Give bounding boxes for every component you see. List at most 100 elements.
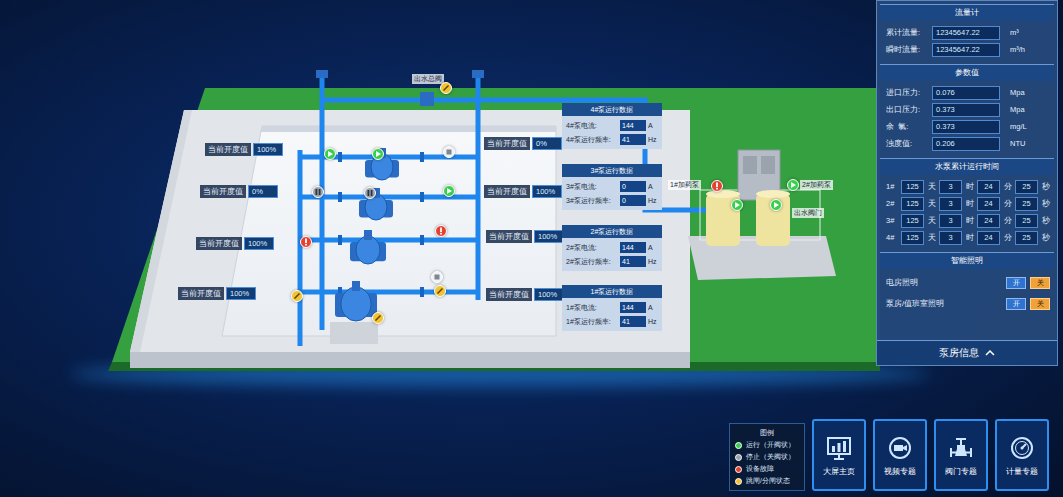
section-title: 智能照明 [880, 252, 1054, 269]
play-icon [772, 201, 780, 209]
device-label: 1#加药泵 [668, 180, 701, 190]
status-marker[interactable] [435, 225, 447, 237]
status-marker[interactable] [324, 148, 336, 160]
status-marker[interactable] [431, 271, 443, 283]
status-marker[interactable] [443, 185, 455, 197]
param-row: 出口压力:0.373Mpa [886, 103, 1050, 117]
runtime-value: 25 [1015, 197, 1038, 211]
status-marker[interactable] [434, 285, 446, 297]
lighting-label: 泵房/值班室照明 [886, 299, 1002, 309]
nav-button[interactable]: 阀门专题 [934, 419, 988, 491]
runtime-unit: 秒 [1041, 216, 1050, 226]
param-label: 累计流量: [886, 28, 928, 38]
pause-icon [366, 189, 374, 197]
runtime-value: 3 [939, 180, 962, 194]
status-marker[interactable] [364, 187, 376, 199]
pump-card-row: 4#泵电流:144A [566, 120, 658, 131]
pump-card-row: 2#泵运行频率:41Hz [566, 256, 658, 267]
section-title: 参数值 [880, 64, 1054, 81]
nav-button[interactable]: 视频专题 [873, 419, 927, 491]
pump-card-row: 2#泵电流:144A [566, 242, 658, 253]
panel-footer[interactable]: 泵房信息 [877, 340, 1057, 365]
lighting-row: 泵房/值班室照明开关 [886, 295, 1050, 313]
runtime-pump: 4# [886, 233, 898, 243]
runtime-unit: 分 [1003, 216, 1012, 226]
pump-card-value: 144 [620, 242, 646, 253]
param-label: 进口压力: [886, 88, 928, 98]
status-marker[interactable] [440, 82, 452, 94]
pump-card-row: 3#泵电流:0A [566, 181, 658, 192]
status-marker[interactable] [787, 179, 799, 191]
status-marker[interactable] [312, 186, 324, 198]
lighting-button[interactable]: 关 [1030, 277, 1050, 289]
param-value: 12345647.22 [932, 26, 1000, 40]
actuator-icon [445, 148, 453, 156]
inlet-pipe [298, 150, 303, 346]
riser-pipe [476, 74, 481, 300]
status-marker[interactable] [372, 148, 384, 160]
status-marker[interactable] [770, 199, 782, 211]
lighting-button[interactable]: 开 [1006, 298, 1026, 310]
status-marker[interactable] [372, 312, 384, 324]
param-value: 0.076 [932, 86, 1000, 100]
pump-card-unit: A [648, 243, 658, 252]
runtime-unit: 天 [927, 182, 936, 192]
valve-opening: 当前开度值100% [486, 288, 564, 301]
opening-label: 当前开度值 [486, 230, 532, 243]
opening-label: 当前开度值 [196, 237, 242, 250]
panel-footer-title: 泵房信息 [939, 347, 979, 359]
runtime-unit: 秒 [1041, 233, 1050, 243]
param-value: 0.373 [932, 120, 1000, 134]
lighting-button[interactable]: 关 [1030, 298, 1050, 310]
chevron-icon [985, 349, 995, 357]
runtime-unit: 分 [1003, 199, 1012, 209]
runtime-value: 125 [901, 231, 924, 245]
status-marker[interactable] [731, 199, 743, 211]
opening-label: 当前开度值 [200, 185, 246, 198]
runtime-value: 25 [1015, 214, 1038, 228]
pit-shadow [260, 126, 556, 132]
pump-card-body: 1#泵电流:144A1#泵运行频率:41Hz [562, 298, 662, 331]
status-marker[interactable] [291, 290, 303, 302]
param-label: 余 氯: [886, 122, 928, 132]
runtime-value: 125 [901, 197, 924, 211]
building-front [130, 352, 690, 368]
runtime-value: 3 [939, 231, 962, 245]
pump-body [335, 281, 377, 321]
pump-card-title: 4#泵运行数据 [562, 103, 662, 116]
valve-opening: 当前开度值100% [205, 143, 283, 156]
pump-card-label: 3#泵电流: [566, 182, 618, 191]
main-valve [420, 92, 434, 106]
opening-value: 100% [253, 143, 283, 156]
pump-card-unit: Hz [648, 196, 658, 205]
nav-button[interactable]: 大屏主页 [812, 419, 866, 491]
runtime-value: 24 [977, 180, 1000, 194]
runtime-value: 3 [939, 197, 962, 211]
pump-card-label: 1#泵运行频率: [566, 317, 618, 326]
pump-plinth [330, 322, 378, 344]
nav-button[interactable]: 计量专题 [995, 419, 1049, 491]
actuator-icon [433, 273, 441, 281]
runtime-pump: 2# [886, 199, 898, 209]
legend-dot [735, 442, 742, 449]
runtime-unit: 天 [927, 233, 936, 243]
status-marker[interactable] [300, 236, 312, 248]
legend-text: 运行（开阀状） [746, 441, 795, 449]
param-value: 12345647.22 [932, 43, 1000, 57]
legend-dot [735, 454, 742, 461]
pit-floor [222, 126, 556, 336]
opening-value: 100% [244, 237, 274, 250]
status-marker[interactable] [711, 180, 723, 192]
pump-card-unit: Hz [648, 317, 658, 326]
opening-value: 100% [226, 287, 256, 300]
status-marker[interactable] [443, 146, 455, 158]
info-panel: 流量计累计流量:12345647.22m³瞬时流量:12345647.22m³/… [876, 0, 1058, 366]
device-label: 出水总阀 [412, 74, 444, 84]
lighting-button[interactable]: 开 [1006, 277, 1026, 289]
opening-value: 100% [532, 185, 562, 198]
pump-card-unit: A [648, 182, 658, 191]
panel-section: 智能照明电房照明开关泵房/值班室照明开关 [880, 252, 1054, 316]
pump-card-value: 41 [620, 134, 646, 145]
runtime-value: 125 [901, 214, 924, 228]
valve-opening: 当前开度值100% [196, 237, 274, 250]
